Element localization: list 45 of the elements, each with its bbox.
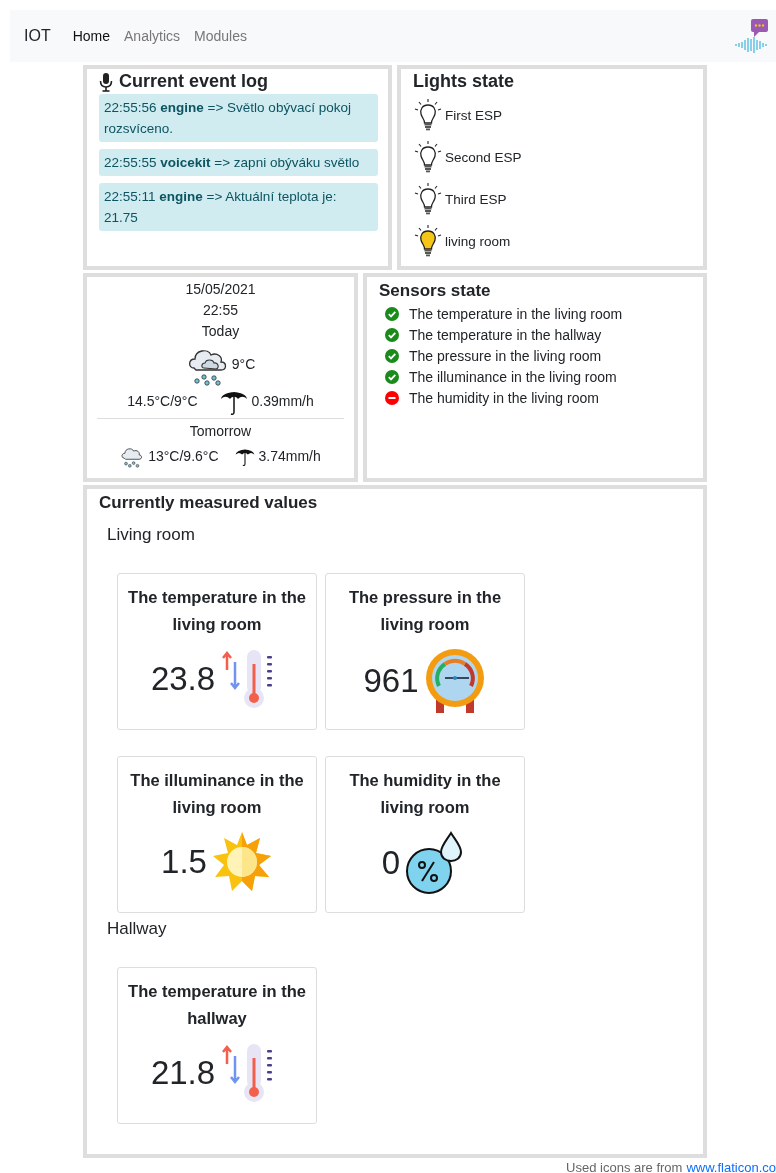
- sensor-name: The temperature in the living room: [409, 305, 623, 322]
- measured-value: 961: [363, 662, 419, 700]
- light-name: First ESP: [445, 107, 502, 123]
- footer-text: Used icons are from: [566, 1160, 683, 1173]
- card-title: The pressure in the living room: [347, 587, 503, 635]
- log-entry: 22:55:11 engine => Aktuální teplota je: 21.75: [99, 183, 378, 231]
- panel-title: Currently measured values: [99, 493, 318, 513]
- voice-logo-icon: [734, 18, 770, 54]
- microphone-icon: [99, 71, 113, 92]
- measured-value: 0: [381, 844, 401, 882]
- nav-link[interactable]: Home: [72, 28, 111, 44]
- card-title: The temperature in the living room: [127, 587, 307, 635]
- sensor-name: The illuminance in the living room: [409, 368, 617, 385]
- day-label: Today: [200, 322, 241, 341]
- current-temperature: 9°C: [231, 356, 256, 372]
- light-name: Third ESP: [445, 191, 507, 207]
- card-title: The humidity in the living room: [348, 770, 502, 818]
- weather-time: 22:55: [201, 301, 239, 320]
- brand-link[interactable]: IOT: [24, 27, 51, 45]
- room-name: Hallway: [107, 919, 168, 939]
- panel-title: Sensors state: [379, 281, 491, 301]
- weather-date: 15/05/2021: [184, 280, 257, 299]
- sensor-name: The humidity in the living room: [409, 389, 599, 406]
- sensor-name: The pressure in the living room: [409, 347, 602, 364]
- nav-link[interactable]: Modules: [194, 28, 247, 44]
- panel-title: Lights state: [413, 71, 514, 92]
- rain-amount: 3.74mm/h: [258, 448, 321, 464]
- rain-amount: 0.39mm/h: [251, 393, 314, 409]
- temperature-range: 13°C/9.6°C: [148, 448, 219, 464]
- room-name: Living room: [107, 525, 196, 545]
- log-entry: 22:55:56 engine => Světlo obývací pokoj rozsvíceno.: [99, 94, 378, 142]
- measured-value: 23.8: [150, 660, 216, 698]
- panel-title: Current event log: [119, 71, 269, 92]
- measured-value: 1.5: [161, 843, 207, 881]
- footer-link[interactable]: www.flaticon.co: [686, 1160, 776, 1173]
- temperature-range: 14.5°C/9°C: [127, 393, 198, 409]
- light-name: living room: [445, 233, 511, 249]
- day-label: Tomorrow: [188, 422, 253, 441]
- light-name: Second ESP: [445, 149, 522, 165]
- card-title: The temperature in the hallway: [127, 981, 307, 1029]
- log-entry: 22:55:55 voicekit => zapni obýváku světlo: [99, 149, 378, 176]
- card-title: The illuminance in the living room: [129, 770, 305, 818]
- measured-value: 21.8: [150, 1054, 216, 1092]
- nav-link[interactable]: Analytics: [124, 28, 181, 44]
- sensor-name: The temperature in the hallway: [409, 326, 602, 343]
